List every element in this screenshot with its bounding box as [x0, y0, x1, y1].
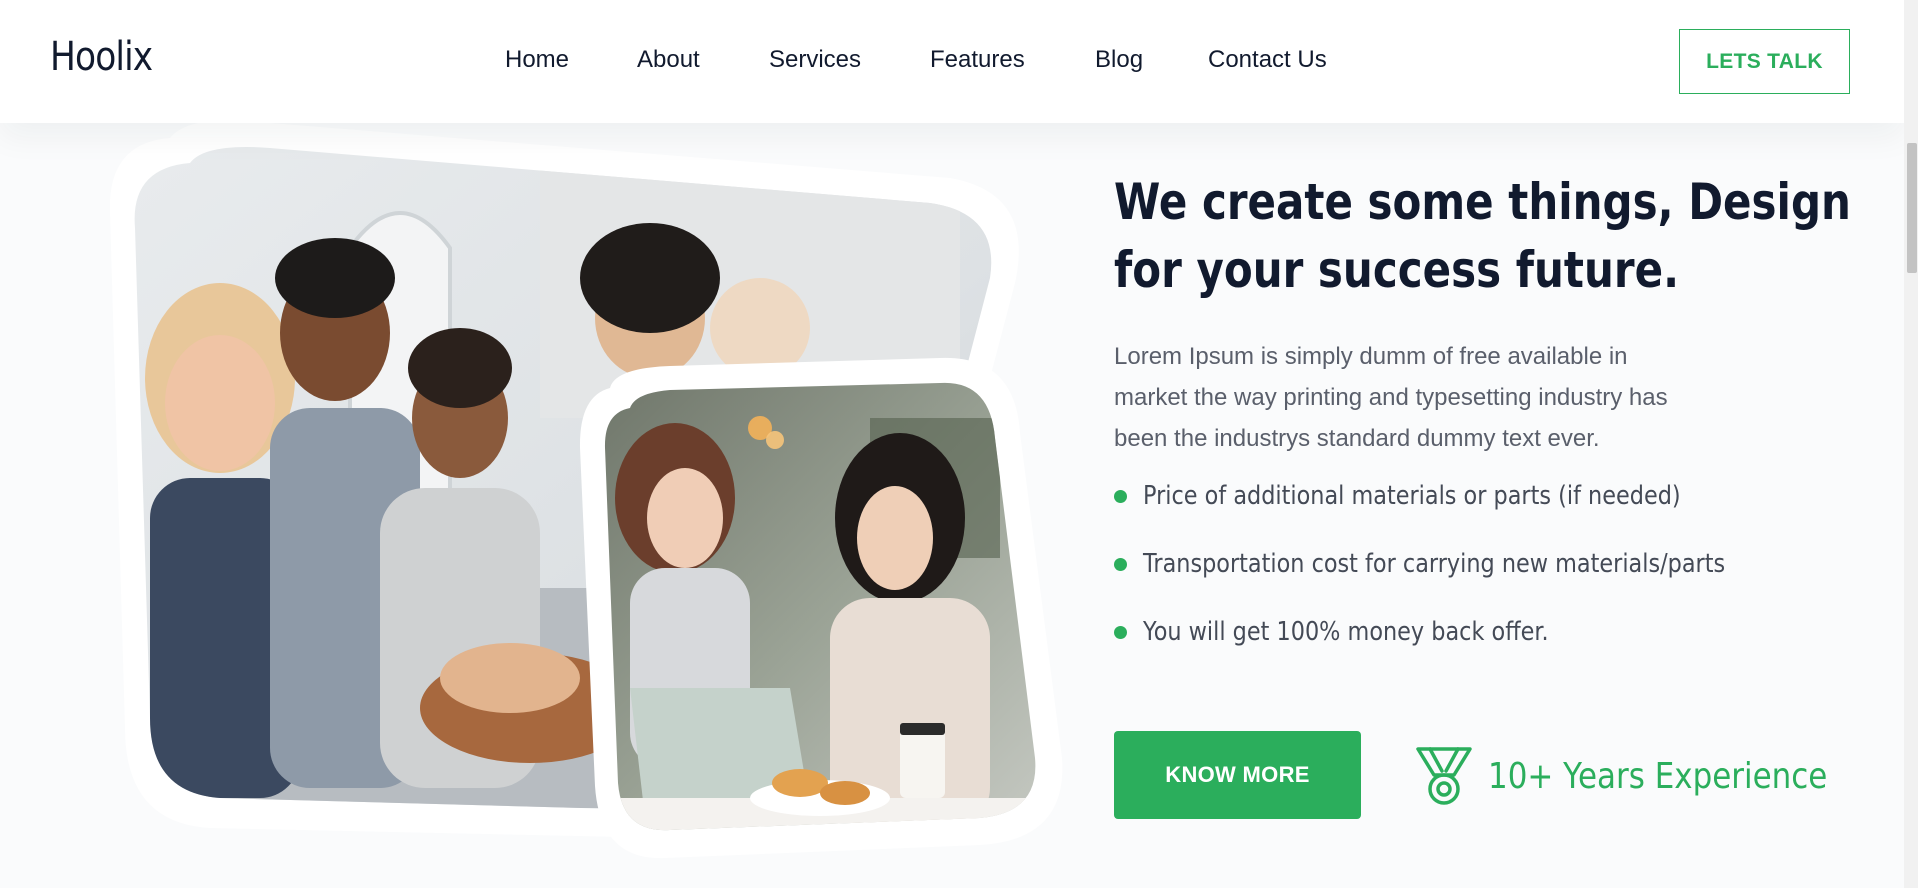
hero-headline: We create some things, Design for your s… [1114, 168, 1851, 304]
experience-badge: 10+ Years Experience [1414, 745, 1883, 807]
nav-contact-us[interactable]: Contact Us [1208, 46, 1327, 74]
medal-icon [1416, 747, 1472, 805]
paragraph-line: market the way printing and typesetting … [1114, 384, 1668, 411]
headline-line: We create some things, Design [1114, 173, 1851, 231]
feature-text: Transportation cost for carrying new mat… [1143, 549, 1726, 579]
know-more-button[interactable]: KNOW MORE [1114, 731, 1361, 819]
nav-blog[interactable]: Blog [1095, 46, 1143, 74]
page-viewport: Hoolix Home About Services Features Blog… [0, 0, 1904, 888]
hero-paragraph: Lorem Ipsum is simply dumm of free avail… [1114, 336, 1774, 459]
headline-line: for your success future. [1114, 241, 1680, 299]
site-header: Hoolix Home About Services Features Blog… [0, 0, 1904, 123]
feature-item: You will get 100% money back offer. [1114, 612, 1615, 652]
feature-text: Price of additional materials or parts (… [1143, 481, 1681, 511]
nav-home[interactable]: Home [505, 46, 569, 74]
lets-talk-button[interactable]: LETS TALK [1679, 29, 1850, 94]
site-logo[interactable]: Hoolix [50, 34, 153, 80]
experience-text: 10+ Years Experience [1488, 755, 1828, 797]
bullet-dot-icon [1114, 557, 1127, 571]
feature-text: You will get 100% money back offer. [1143, 617, 1549, 647]
feature-item: Price of additional materials or parts (… [1114, 476, 1768, 516]
nav-services[interactable]: Services [769, 46, 861, 74]
paragraph-line: been the industrys standard dummy text e… [1114, 425, 1600, 452]
feature-item: Transportation cost for carrying new mat… [1114, 544, 1820, 584]
page-scrollbar[interactable] [1904, 0, 1918, 888]
bullet-dot-icon [1114, 625, 1127, 639]
bullet-dot-icon [1114, 489, 1127, 503]
hero-photo-collage [110, 120, 1063, 859]
women-laptop-photo [604, 382, 1036, 831]
scrollbar-thumb[interactable] [1907, 143, 1917, 273]
nav-features[interactable]: Features [930, 46, 1025, 74]
paragraph-line: Lorem Ipsum is simply dumm of free avail… [1114, 343, 1628, 370]
nav-about[interactable]: About [637, 46, 700, 74]
